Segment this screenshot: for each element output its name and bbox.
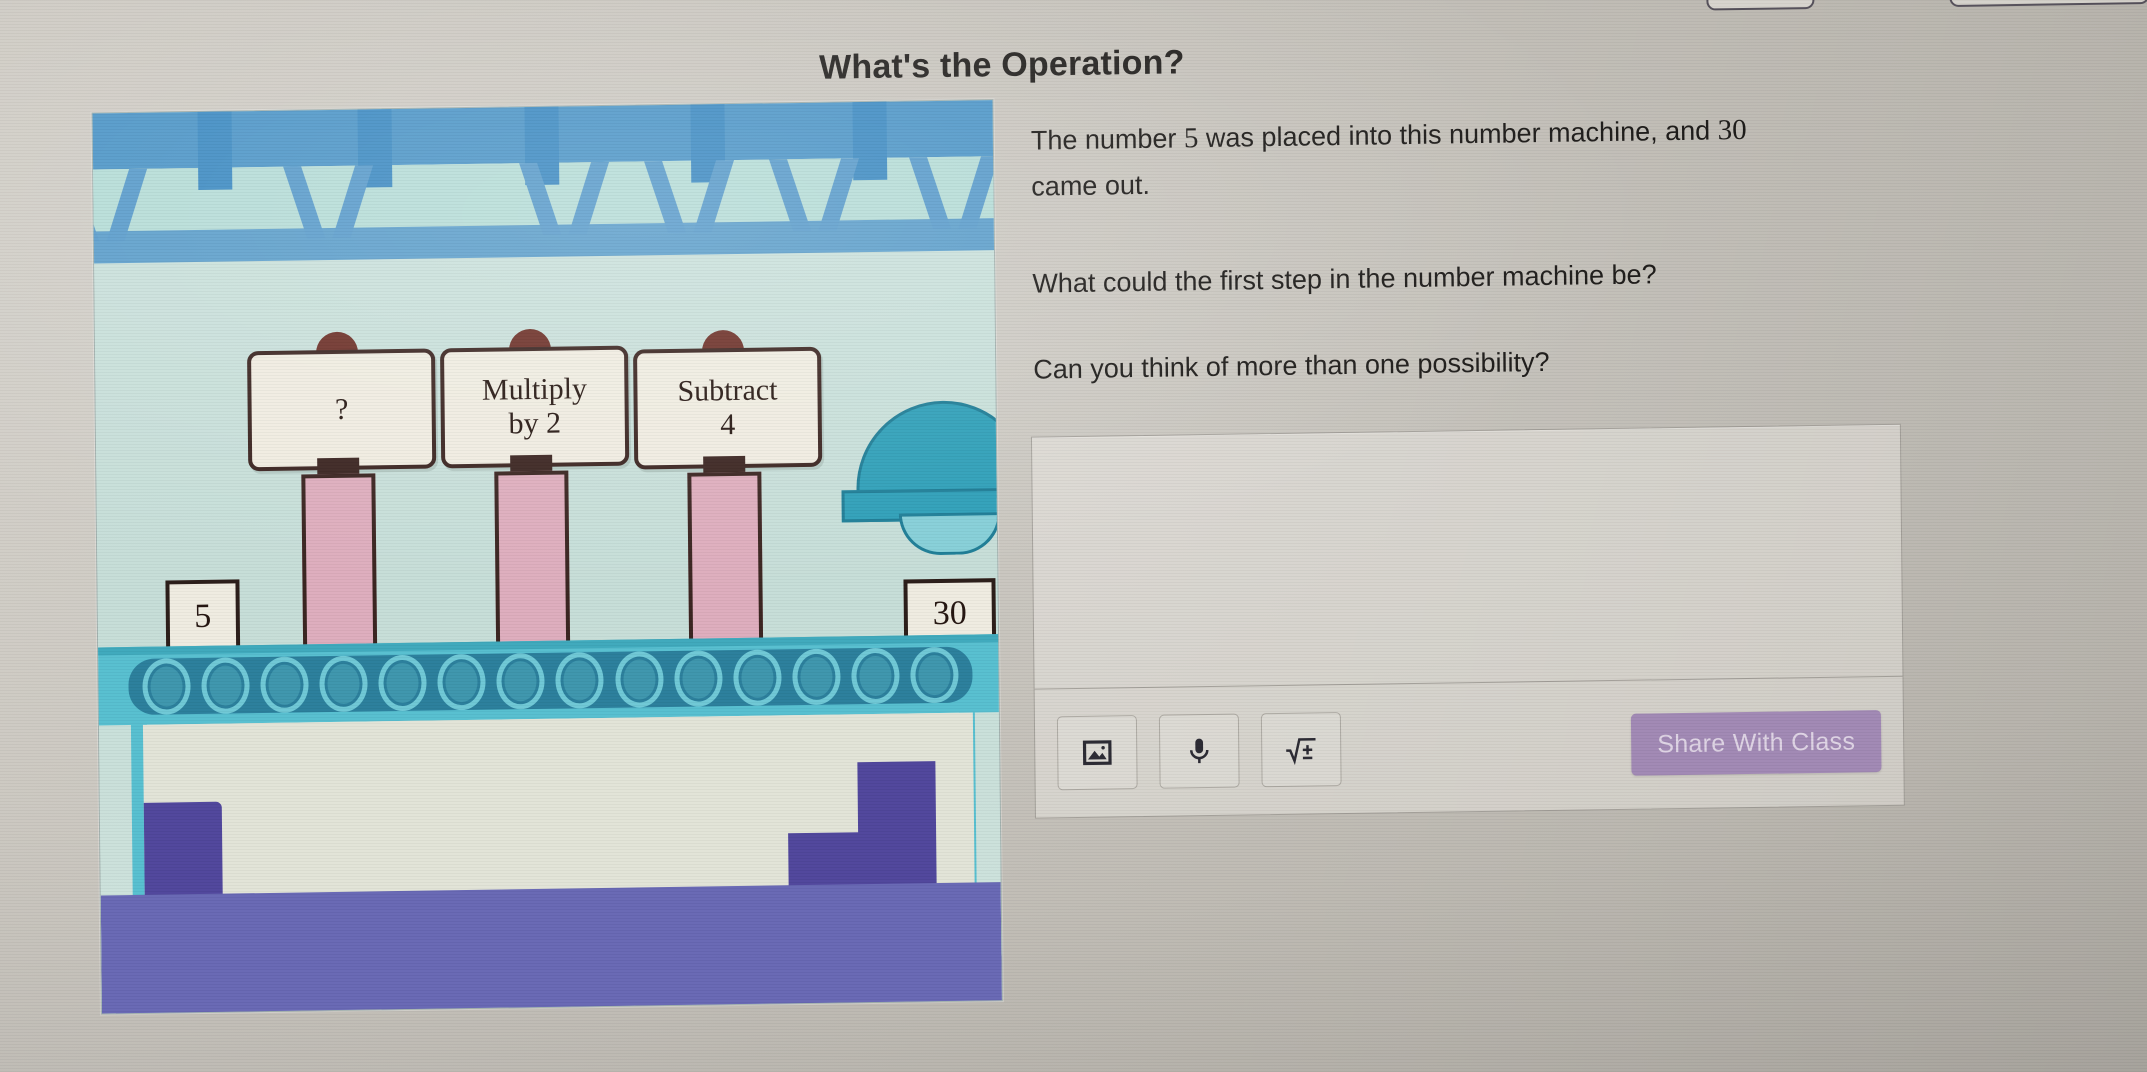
math-equation-button[interactable] <box>1260 712 1342 788</box>
belt-roller <box>260 656 309 714</box>
answer-input[interactable] <box>1031 424 1903 690</box>
answer-toolbar: Share With Class <box>1035 677 1904 818</box>
station-sign: ? <box>247 348 437 472</box>
prompt-column: The number 5 was placed into this number… <box>1031 108 1914 395</box>
station-sign-line1: Multiply <box>481 372 588 408</box>
station-sign-line1: Subtract <box>677 373 778 409</box>
belt-roller <box>791 648 841 706</box>
photographed-screen: Next What's the Operation? ? <box>0 0 2147 1072</box>
page-title: What's the Operation? <box>818 43 1185 87</box>
next-button[interactable]: Next <box>1948 0 2147 7</box>
belt-roller <box>850 647 900 705</box>
belt-roller <box>909 646 959 704</box>
prompt-text-a: The number <box>1030 123 1177 156</box>
top-toolbar: Next <box>0 0 2147 28</box>
number-machine-illustration: ? Multiply by 2 Subtract 4 5 30 <box>91 99 1003 1015</box>
belt-roller <box>319 655 368 713</box>
output-number-value: 30 <box>932 594 967 633</box>
belt-roller <box>614 651 664 708</box>
belt-roller <box>142 658 191 715</box>
prompt-line-1: The number 5 was placed into this number… <box>1031 108 1911 162</box>
station-sign: Multiply by 2 <box>440 345 630 469</box>
belt-roller <box>555 651 605 709</box>
voice-record-button[interactable] <box>1158 713 1240 789</box>
belt-roller <box>732 649 782 707</box>
toolbar-blank-button[interactable] <box>1706 0 1815 11</box>
question-1: What could the first step in the number … <box>1032 258 1657 299</box>
station-sign-line2: by 2 <box>508 406 562 441</box>
share-with-class-button[interactable]: Share With Class <box>1630 710 1882 776</box>
square-root-plusminus-icon <box>1286 737 1316 766</box>
truss-v-brace <box>277 165 398 239</box>
prompt-text-b: was placed into this number machine, and <box>1205 115 1711 153</box>
input-number-tile: 5 <box>165 579 241 655</box>
truss-tab <box>197 107 233 190</box>
station-sign-line2: 4 <box>720 408 736 442</box>
truss-v-brace <box>513 161 634 235</box>
belt-core <box>128 646 973 716</box>
truss-v-brace <box>638 159 759 233</box>
station-sign-line1: ? <box>334 392 349 427</box>
conveyor-belt <box>91 633 1003 726</box>
belt-roller <box>673 650 723 707</box>
question-2: Can you think of more than one possibili… <box>1033 346 1550 385</box>
prompt-output-number: 30 <box>1717 113 1747 147</box>
belt-roller <box>496 652 546 710</box>
truss-v-brace <box>91 168 172 242</box>
answer-card: Share With Class <box>1030 423 1905 819</box>
belt-roller <box>378 654 428 712</box>
prompt-input-number: 5 <box>1183 122 1199 155</box>
station-sign: Subtract 4 <box>633 346 823 470</box>
insert-image-button[interactable] <box>1056 715 1138 791</box>
belt-roller <box>437 653 487 711</box>
input-number-value: 5 <box>194 597 212 636</box>
belt-roller <box>201 657 250 714</box>
microphone-icon <box>1189 738 1209 764</box>
truss-v-brace <box>763 158 884 232</box>
image-icon <box>1082 740 1112 766</box>
prompt-line-2: came out. <box>1031 170 1151 202</box>
truss-v-brace <box>903 156 1003 230</box>
